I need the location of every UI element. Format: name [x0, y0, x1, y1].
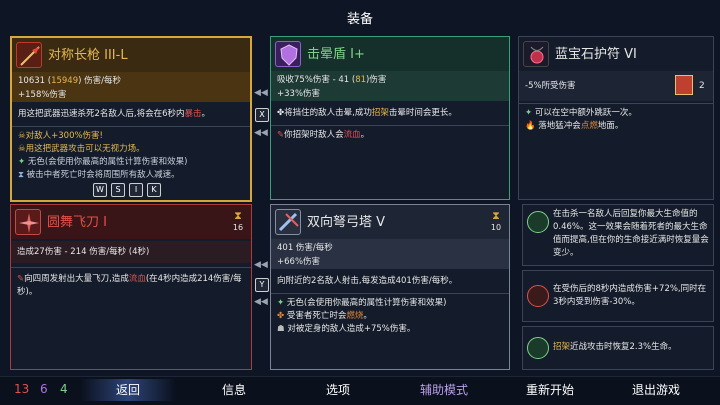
key-s: S	[111, 183, 125, 197]
affix-1: ✦ 无色(会使用你最高的属性计算伤害和效果)	[277, 298, 447, 308]
tactics-stat: 6	[40, 382, 48, 396]
affix-2: 🔥 落地猛冲会点燃地面。	[525, 121, 624, 131]
spear-icon	[16, 42, 42, 68]
skill-affixes: ✦ 无色(会使用你最高的属性计算伤害和效果) ✤ 受害者死亡时会燃烧。 ☗ 对被…	[277, 297, 503, 336]
affix-3: ☗ 对被定身的敌人造成+75%伤害。	[277, 324, 416, 334]
bottom-menu-bar: 13 6 4 返回 信息 选项 辅助模式 重新开始 退出游戏	[0, 376, 720, 405]
parry-keyword: 招架	[371, 108, 389, 118]
skill-description: 向附近的2名敌人射击,每发造成401伤害/每秒。	[277, 276, 458, 286]
damage-bonus: +33%伤害	[277, 89, 321, 99]
swap-arrow-icon: ◀◀	[254, 297, 268, 307]
shield-description: ✤将挡住的敌人击晕,成功招架击晕时间会更长。	[277, 108, 457, 118]
skill-card-left[interactable]: 圆舞飞刀 I ⧗ 16 造成27伤害 - 214 伤害/每秒 (4秒) ✎向四周发…	[10, 204, 252, 370]
skill-card-right[interactable]: 双向弩弓塔 V ⧗ 10 401 伤害/每秒 +66%伤害 向附近的2名敌人射击,每…	[270, 204, 510, 370]
amulet-affixes: ✦ 可以在空中额外跳跃一次。 🔥 落地猛冲会点燃地面。	[525, 107, 707, 133]
affix-1: ☠对敌人+300%伤害!	[18, 131, 103, 141]
mutation-text: 招架近战攻击时恢复2.3%生命。	[553, 342, 677, 352]
brutality-stat: 13	[14, 382, 30, 396]
crit-keyword: 暴击	[184, 109, 202, 119]
skill-description: ✎向四周发射出大量飞刀,造成流血(在4秒内造成214伤害/每秒)。	[17, 274, 242, 297]
parry-heal-mutation-icon	[527, 337, 549, 359]
key-i: I	[129, 183, 143, 197]
skill-stats: 造成27伤害 - 214 伤害/每秒 (4秒)	[11, 241, 251, 263]
affix-list: ☠对敌人+300%伤害! ☠用这把武器攻击可以无视力场。 ✦ 无色(会使用你最高…	[18, 130, 244, 182]
dps-text: 10631 (	[18, 76, 52, 86]
amulet-card[interactable]: 蓝宝石护符 VI -5%所受伤害 2 ✦ 可以在空中额外跳跃一次。 🔥 落地猛冲…	[518, 36, 714, 200]
back-button[interactable]: 返回	[96, 381, 160, 398]
cooldown-value: 10	[490, 223, 502, 232]
bleed-keyword: 流血	[343, 130, 361, 140]
amulet-name: 蓝宝石护符 VI	[555, 47, 637, 62]
affix-1: ✦ 可以在空中额外跳跃一次。	[525, 108, 637, 118]
swap-arrow-icon: ◀◀	[254, 128, 268, 138]
assist-mode-button[interactable]: 辅助模式	[404, 381, 484, 398]
mutation-3[interactable]: 招架近战攻击时恢复2.3%生命。	[522, 326, 714, 370]
parry-keyword: 招架	[553, 342, 571, 352]
bleed-keyword: 流血	[128, 274, 146, 284]
block-text: 吸收75%伤害 - 41 (	[277, 75, 356, 85]
crossbow-turret-icon	[275, 209, 301, 235]
burn-keyword: 燃烧	[346, 311, 364, 321]
shield-affix: ✎你招架时敌人会流血。	[277, 130, 370, 140]
gold-corner-ornament	[236, 186, 252, 202]
restart-button[interactable]: 重新开始	[510, 381, 590, 398]
key-y: Y	[255, 278, 269, 292]
damage-bonus: +158%伤害	[18, 90, 67, 100]
mutation-text: 在受伤后的8秒内造成伤害+72%,同时在3秒内受到伤害-30%。	[553, 284, 707, 307]
survival-stat: 4	[60, 382, 68, 396]
skill-stats: 401 伤害/每秒 +66%伤害	[271, 239, 509, 269]
weapon-card-secondary[interactable]: 击晕盾 I+ 吸收75%伤害 - 41 (81)伤害 +33%伤害 ✤将挡住的敌…	[270, 36, 510, 200]
quit-game-button[interactable]: 退出游戏	[616, 381, 696, 398]
block-unit: )伤害	[366, 75, 387, 85]
mutation-1[interactable]: 在击杀一名敌人后回复你最大生命值的0.46%。这一效果会随着死者的最大生命值而提…	[522, 204, 714, 266]
desc-part: 用这把武器迅速杀死2名敌人后,将会在6秒内	[18, 109, 185, 119]
cooldown-hourglass-icon: ⧗ 16	[232, 209, 244, 232]
weapon-stats: 10631 (15949) 伤害/每秒 +158%伤害	[12, 72, 250, 102]
cooldown-hourglass-icon: ⧗ 10	[490, 209, 502, 232]
shield-name: 击晕盾 I+	[307, 47, 365, 62]
block-max: 81	[355, 75, 367, 85]
desc-part: 。	[201, 109, 211, 119]
amulet-icon	[523, 41, 549, 67]
affix-4: ⧗ 被击中者死亡时会将周围所有敌人减速。	[18, 170, 180, 180]
affix-2: ✤ 受害者死亡时会燃烧。	[277, 311, 372, 321]
dps-unit: ) 伤害/每秒	[78, 76, 121, 86]
affix-3: ✦ 无色(会使用你最高的属性计算伤害和效果)	[18, 157, 188, 167]
mutation-2[interactable]: 在受伤后的8秒内造成伤害+72%,同时在3秒内受到伤害-30%。	[522, 270, 714, 322]
weapon-name: 对称长枪 III-L	[48, 48, 128, 63]
affix-2: ☠用这把武器攻击可以无视力场。	[18, 144, 145, 154]
key-w: W	[93, 183, 107, 197]
shield-icon	[275, 41, 301, 67]
info-button[interactable]: 信息	[204, 381, 264, 398]
kill-heal-mutation-icon	[527, 211, 549, 233]
mutation-text: 在击杀一名敌人后回复你最大生命值的0.46%。这一效果会随着死者的最大生命值而提…	[553, 209, 709, 258]
swap-arrow-icon: ◀◀	[254, 260, 268, 270]
shield-stats: 吸收75%伤害 - 41 (81)伤害 +33%伤害	[271, 71, 509, 101]
swap-arrow-icon: ◀◀	[254, 88, 268, 98]
key-x: X	[255, 108, 269, 122]
options-button[interactable]: 选项	[308, 381, 368, 398]
weapon-description: 用这把武器迅速杀死2名敌人后,将会在6秒内暴击。	[18, 108, 244, 121]
skill-name: 圆舞飞刀 I	[47, 215, 107, 230]
throwing-knives-icon	[15, 209, 41, 235]
cooldown-value: 16	[232, 223, 244, 232]
page-title: 装备	[346, 12, 373, 27]
key-k: K	[147, 183, 161, 197]
scroll-icon	[675, 75, 693, 95]
dps-max: 15949	[51, 76, 79, 86]
weapon-card-primary[interactable]: 对称长枪 III-L 10631 (15949) 伤害/每秒 +158%伤害 用…	[10, 36, 252, 202]
combo-mutation-icon	[527, 285, 549, 307]
scroll-count: 2	[699, 81, 705, 91]
skill-name: 双向弩弓塔 V	[307, 215, 386, 230]
ignite-keyword: 点燃	[580, 121, 598, 131]
